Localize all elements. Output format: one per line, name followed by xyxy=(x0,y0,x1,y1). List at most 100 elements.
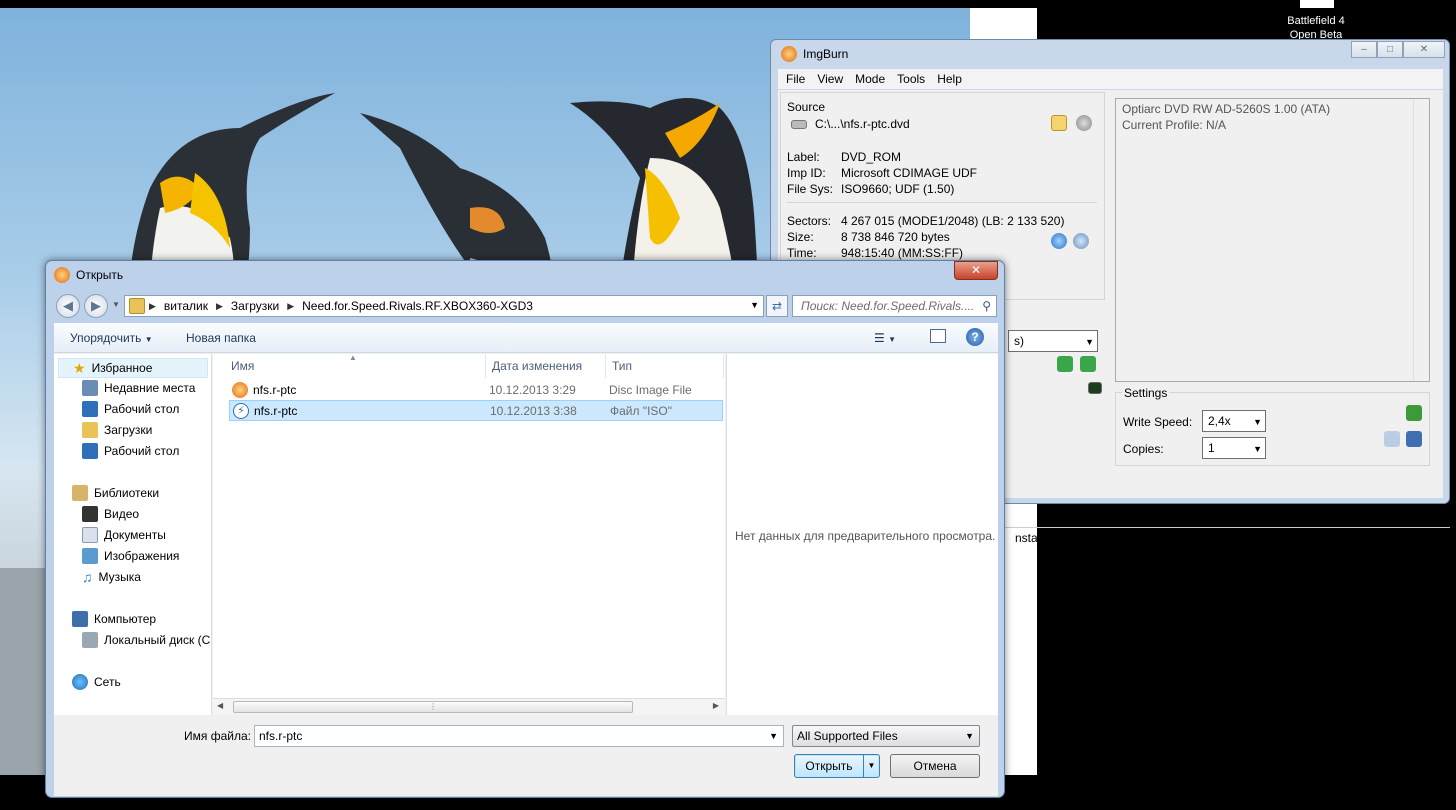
breadcrumb-downloads[interactable]: Загрузки xyxy=(231,299,279,313)
views-icon[interactable]: ☰ ▼ xyxy=(874,331,896,345)
menu-help[interactable]: Help xyxy=(937,72,962,86)
filename-input[interactable]: nfs.r-ptc ▼ xyxy=(254,725,784,747)
breadcrumb-folder[interactable]: Need.for.Speed.Rivals.RF.XBOX360-XGD3 xyxy=(302,299,533,313)
file-name: nfs.r-ptc xyxy=(254,403,298,418)
refresh-button[interactable]: ⇄ xyxy=(766,295,788,317)
file-row-selected[interactable]: ⚡ nfs.r-ptc 10.12.2013 3:38 Файл "ISO" xyxy=(229,400,723,421)
open-button[interactable]: Открыть ▼ xyxy=(794,754,880,778)
write-icon[interactable] xyxy=(1406,405,1422,421)
nav-downloads[interactable]: Загрузки xyxy=(82,422,152,438)
maximize-button[interactable]: □ xyxy=(1377,41,1403,58)
nav-local-disk[interactable]: Локальный диск (С xyxy=(82,632,210,648)
chevron-down-icon: ▼ xyxy=(144,335,153,344)
close-tray-icon[interactable] xyxy=(1080,356,1096,372)
battlefield-icon[interactable] xyxy=(1300,0,1334,8)
file-row[interactable]: nfs.r-ptc 10.12.2013 3:29 Disc Image Fil… xyxy=(229,379,723,400)
chevron-down-icon[interactable]: ▼ xyxy=(750,300,759,310)
nav-computer[interactable]: Компьютер xyxy=(72,611,156,627)
info-scrollbar[interactable] xyxy=(1413,99,1429,381)
destination-combo-text: s) xyxy=(1014,334,1024,348)
images-icon xyxy=(82,548,98,564)
destination-combo[interactable]: s) ▼ xyxy=(1008,330,1098,352)
settings-panel: Settings Write Speed: 2,4x ▼ Copies: 1 ▼ xyxy=(1115,385,1430,466)
menu-view[interactable]: View xyxy=(817,72,843,86)
column-date[interactable]: Дата изменения xyxy=(486,354,606,378)
scroll-right-icon[interactable]: ▶ xyxy=(713,701,719,710)
time-value: 948:15:40 (MM:SS:FF) xyxy=(841,246,964,260)
computer-icon xyxy=(72,611,88,627)
scroll-left-icon[interactable]: ◀ xyxy=(217,701,223,710)
imgburn-title: ImgBurn xyxy=(803,47,849,61)
menu-tools[interactable]: Tools xyxy=(897,72,925,86)
nav-desktop[interactable]: Рабочий стол xyxy=(82,401,179,417)
menu-file[interactable]: File xyxy=(786,72,805,86)
back-button[interactable]: ◀ xyxy=(56,294,80,318)
organize-button[interactable]: Упорядочить ▼ xyxy=(70,331,153,345)
scroll-thumb[interactable]: ⋮ xyxy=(233,701,633,713)
nav-video[interactable]: Видео xyxy=(82,506,139,522)
column-name[interactable]: Имя ▲ xyxy=(225,353,486,378)
copies-combo[interactable]: 1 ▼ xyxy=(1202,437,1266,459)
forward-button[interactable]: ▶ xyxy=(84,294,108,318)
dialog-titlebar[interactable]: Открыть xyxy=(54,267,123,283)
book-icon[interactable] xyxy=(1406,431,1422,447)
organize-label: Упорядочить xyxy=(70,331,142,345)
imgburn-fire-icon xyxy=(54,267,70,283)
browse-disc-icon[interactable] xyxy=(1076,115,1092,131)
close-button[interactable]: ✕ xyxy=(1403,41,1445,58)
nav-documents-label: Документы xyxy=(104,528,166,542)
preview-empty-text: Нет данных для предварительного просмотр… xyxy=(735,529,996,543)
minimize-button[interactable]: – xyxy=(1351,41,1377,58)
nav-images[interactable]: Изображения xyxy=(82,548,179,564)
filename-label: Имя файла: xyxy=(184,729,251,743)
menu-mode[interactable]: Mode xyxy=(855,72,885,86)
nav-libraries[interactable]: Библиотеки xyxy=(72,485,159,501)
nav-favorites[interactable]: ★ Избранное xyxy=(58,358,208,378)
desktop-icon-label[interactable]: Battlefield 4 Open Beta xyxy=(1270,14,1362,42)
verify-icon[interactable] xyxy=(1384,431,1400,447)
eject-icon[interactable] xyxy=(1057,356,1073,372)
new-folder-button[interactable]: Новая папка xyxy=(186,331,256,345)
nav-recent-label: Недавние места xyxy=(104,381,196,395)
browse-file-icon[interactable] xyxy=(1051,115,1067,131)
nav-computer-label: Компьютер xyxy=(94,612,157,626)
search-input[interactable]: Поиск: Need.for.Speed.Rivals.... ⚲ xyxy=(792,295,997,317)
nav-music[interactable]: ♫ Музыка xyxy=(82,569,141,585)
nav-documents[interactable]: Документы xyxy=(82,527,166,543)
disc-image-icon xyxy=(232,381,248,398)
imgburn-titlebar[interactable]: ImgBurn xyxy=(771,40,1449,68)
filetype-value: All Supported Files xyxy=(797,729,898,743)
settings-label: Settings xyxy=(1122,385,1170,401)
size-key: Size: xyxy=(787,230,814,244)
write-speed-combo[interactable]: 2,4x ▼ xyxy=(1202,410,1266,432)
chevron-down-icon: ▼ xyxy=(965,731,974,741)
source-path[interactable]: C:\...\nfs.r-ptc.dvd xyxy=(815,116,910,132)
column-type[interactable]: Тип xyxy=(606,354,724,378)
disk-icon xyxy=(82,632,98,648)
log-icon[interactable] xyxy=(1088,382,1102,394)
chevron-down-icon[interactable]: ▼ xyxy=(769,726,778,746)
help-icon[interactable]: ? xyxy=(966,328,984,346)
breadcrumb-user[interactable]: виталик xyxy=(164,299,208,313)
source-label: Source xyxy=(787,100,826,114)
file-type: Файл "ISO" xyxy=(610,403,673,418)
horizontal-scrollbar[interactable]: ◀ ⋮ ▶ xyxy=(213,698,725,715)
refresh-icon[interactable] xyxy=(1051,233,1067,249)
info-icon[interactable] xyxy=(1073,233,1089,249)
filetype-select[interactable]: All Supported Files ▼ xyxy=(792,725,980,747)
nav-recent[interactable]: Недавние места xyxy=(82,380,195,396)
cancel-button[interactable]: Отмена xyxy=(890,754,980,778)
desktop-icon xyxy=(82,443,98,459)
filename-value: nfs.r-ptc xyxy=(259,729,303,743)
preview-pane-icon[interactable] xyxy=(930,329,946,343)
nav-network[interactable]: Сеть xyxy=(72,674,121,690)
nav-desktop-2[interactable]: Рабочий стол xyxy=(82,443,179,459)
sectors-value: 4 267 015 (MODE1/2048) (LB: 2 133 520) xyxy=(841,214,1065,228)
open-split-chevron-icon[interactable]: ▼ xyxy=(863,755,879,777)
write-speed-label: Write Speed: xyxy=(1123,415,1193,429)
dialog-close-button[interactable]: ✕ xyxy=(954,261,998,280)
desktop-icon xyxy=(82,401,98,417)
address-bar[interactable]: ▶ виталик ▶ Загрузки ▶ Need.for.Speed.Ri… xyxy=(124,295,764,317)
recent-pages-chevron-icon[interactable]: ▼ xyxy=(112,300,120,309)
breadcrumb-separator-icon: ▶ xyxy=(287,300,295,311)
